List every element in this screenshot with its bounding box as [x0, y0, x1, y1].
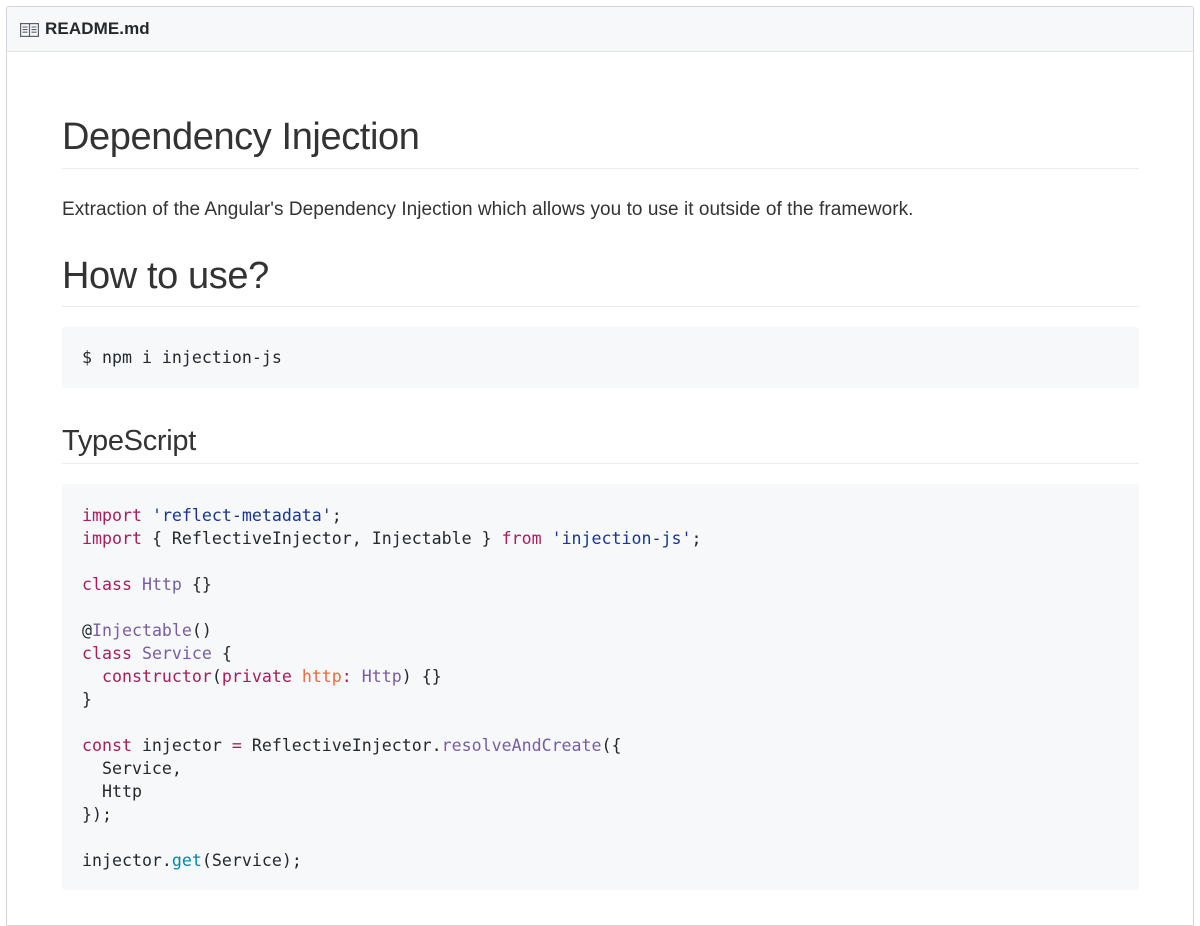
book-icon [20, 22, 39, 37]
code-line: constructor(private http: Http) {} [101, 667, 442, 686]
code-line: injector.get(Service); [82, 851, 302, 870]
install-code-block[interactable]: $ npm i injection-js [62, 327, 1139, 388]
code-line: class Service { [82, 644, 232, 663]
code-line: } [82, 690, 92, 709]
code-line: const injector = ReflectiveInjector.reso… [82, 736, 622, 755]
how-to-use-divider [62, 306, 1139, 307]
title-divider [62, 168, 1139, 169]
page-title: Dependency Injection [62, 116, 420, 158]
code-line: Http [82, 782, 142, 801]
code-line: Service, [82, 759, 182, 778]
code-line: }); [82, 805, 112, 824]
code-line: class Http {} [82, 575, 212, 594]
code-line: import 'reflect-metadata'; [82, 506, 342, 525]
code-line: import { ReflectiveInjector, Injectable … [82, 529, 702, 548]
typescript-code-block[interactable]: import 'reflect-metadata'; import { Refle… [62, 484, 1139, 890]
code-line: @Injectable() [82, 621, 212, 640]
install-command: $ npm i injection-js [82, 348, 282, 367]
readme-header: README.md [7, 7, 1193, 52]
how-to-use-heading: How to use? [62, 255, 269, 297]
readme-container: README.md Dependency Injection Extractio… [6, 6, 1194, 926]
typescript-divider [62, 463, 1139, 464]
typescript-heading: TypeScript [62, 425, 196, 457]
description-text: Extraction of the Angular's Dependency I… [62, 199, 914, 220]
file-name[interactable]: README.md [45, 19, 150, 39]
